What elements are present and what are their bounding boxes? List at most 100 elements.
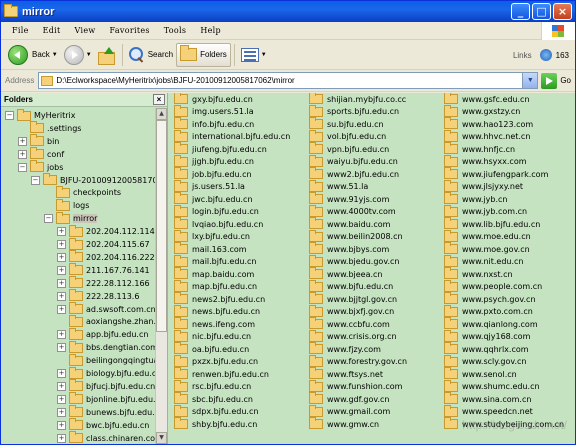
expand-icon[interactable]: + xyxy=(57,343,66,353)
list-item[interactable]: www.qqhrlx.com xyxy=(444,342,564,356)
tree-item[interactable]: aoxiangshe.zhan.cn. xyxy=(57,314,156,328)
list-item[interactable]: www.bjxfj.gov.cn xyxy=(309,304,407,319)
list-item[interactable]: www.senol.cn xyxy=(444,367,564,381)
list-item[interactable]: www.qianlong.com xyxy=(444,317,564,331)
collapse-icon[interactable]: − xyxy=(5,111,14,120)
tree-item[interactable]: + app.bjfu.edu.cn xyxy=(57,327,148,341)
list-item[interactable]: waiyu.bjfu.edu.cn xyxy=(309,154,407,169)
chevron-down-icon[interactable]: ▼ xyxy=(52,52,58,58)
address-value[interactable]: D:\Eclworkspace\MyHeritrix\jobs\BJFU-201… xyxy=(56,76,522,85)
tree-item[interactable]: − mirror xyxy=(44,211,98,225)
links-item-163[interactable]: 163 xyxy=(556,51,569,60)
expand-icon[interactable]: + xyxy=(57,227,66,237)
expand-icon[interactable]: + xyxy=(57,433,66,443)
list-item[interactable]: www.baidu.com xyxy=(309,217,407,231)
list-item[interactable]: jiufeng.bjfu.edu.cn xyxy=(174,142,290,156)
list-item[interactable]: www.4000tv.com xyxy=(309,204,407,219)
list-item[interactable]: www.gmail.com xyxy=(309,404,407,419)
list-item[interactable]: shijian.mybjfu.co.cc xyxy=(309,93,407,106)
list-item[interactable]: www.nit.edu.cn xyxy=(444,254,564,269)
list-item[interactable]: www.gsfc.edu.cn xyxy=(444,93,564,106)
list-item[interactable]: shby.bjfu.edu.cn xyxy=(174,417,290,431)
list-item[interactable]: sdpx.bjfu.edu.cn xyxy=(174,404,290,419)
list-item[interactable]: www.jlsjyxy.net xyxy=(444,179,564,194)
list-item[interactable]: www.jiufengpark.com xyxy=(444,167,564,181)
list-item[interactable]: lvqiao.bjfu.edu.cn xyxy=(174,217,290,231)
list-item[interactable]: www.fjzy.com xyxy=(309,342,407,356)
tree-item[interactable]: + class.chinaren.com xyxy=(57,431,156,445)
tree-item[interactable]: checkpoints xyxy=(44,185,121,199)
list-item[interactable]: img.users.51.la xyxy=(174,104,290,119)
tree-item[interactable]: +222.28.112.166 xyxy=(57,276,150,290)
list-item[interactable]: login.bjfu.edu.cn xyxy=(174,204,290,219)
list-item[interactable]: jwc.bjfu.edu.cn xyxy=(174,192,290,206)
minimize-button[interactable]: _ xyxy=(511,3,530,20)
list-item[interactable]: www.ccbfu.com xyxy=(309,317,407,331)
list-item[interactable]: www2.bjfu.edu.cn xyxy=(309,167,407,181)
views-button[interactable]: ▼ xyxy=(238,43,270,67)
list-item[interactable]: www.psych.gov.cn xyxy=(444,292,564,306)
address-dropdown-button[interactable]: ▼ xyxy=(522,73,538,88)
tree-item[interactable]: +222.28.113.6 xyxy=(57,289,139,303)
expand-icon[interactable]: + xyxy=(57,330,66,340)
list-item[interactable]: map.bjfu.edu.cn xyxy=(174,279,290,294)
expand-icon[interactable]: + xyxy=(57,407,66,417)
list-item[interactable]: www.bjbys.com xyxy=(309,242,407,256)
list-item[interactable]: gxy.bjfu.edu.cn xyxy=(174,93,290,106)
expand-icon[interactable]: + xyxy=(57,394,66,404)
expand-icon[interactable]: + xyxy=(57,420,66,430)
collapse-icon[interactable]: − xyxy=(18,162,27,172)
list-item[interactable]: www.jyb.com.cn xyxy=(444,204,564,219)
maximize-button[interactable]: □ xyxy=(532,3,551,20)
list-item[interactable]: www.bjedu.gov.cn xyxy=(309,254,407,269)
list-item[interactable]: www.bjeea.cn xyxy=(309,267,407,281)
menu-help[interactable]: Help xyxy=(193,26,228,35)
list-item[interactable]: www.scly.gov.cn xyxy=(444,354,564,369)
scroll-up-icon[interactable]: ▲ xyxy=(156,108,167,120)
list-item[interactable]: www.sina.com.cn xyxy=(444,392,564,406)
expand-icon[interactable]: + xyxy=(57,304,66,314)
expand-icon[interactable]: + xyxy=(57,369,66,378)
tree-item[interactable]: + bjonline.bjfu.edu.cn xyxy=(57,392,156,406)
tree-item[interactable]: − MyHeritrix xyxy=(5,108,75,122)
list-item[interactable]: www.51.la xyxy=(309,179,407,194)
list-item[interactable]: www.qjy168.com xyxy=(444,329,564,344)
list-item[interactable]: www.nxst.cn xyxy=(444,267,564,281)
expand-icon[interactable]: + xyxy=(57,252,66,262)
list-item[interactable]: www.91yjs.com xyxy=(309,192,407,206)
list-item[interactable]: www.gdf.gov.cn xyxy=(309,392,407,406)
list-item[interactable]: www.pxto.com.cn xyxy=(444,304,564,319)
tree-item[interactable]: +202.204.116.222 xyxy=(57,250,155,264)
list-item[interactable]: oa.bjfu.edu.cn xyxy=(174,342,290,356)
search-button[interactable]: Search xyxy=(126,43,176,67)
expand-icon[interactable]: + xyxy=(57,278,66,288)
tree-item[interactable]: +211.167.76.141 xyxy=(57,263,150,277)
list-item[interactable]: www.beilin2008.cn xyxy=(309,229,407,244)
menu-favorites[interactable]: Favorites xyxy=(103,26,157,35)
list-item[interactable]: www.gxstzy.cn xyxy=(444,104,564,119)
list-item[interactable]: pxzx.bjfu.edu.cn xyxy=(174,354,290,369)
menu-tools[interactable]: Tools xyxy=(157,26,194,35)
list-item[interactable]: nic.bjfu.edu.cn xyxy=(174,329,290,344)
title-bar[interactable]: mirror _ □ × xyxy=(1,1,575,22)
go-button[interactable]: Go xyxy=(541,72,571,89)
list-item[interactable]: www.lib.bjfu.edu.cn xyxy=(444,217,564,231)
tree-item[interactable]: .settings xyxy=(18,121,81,135)
tree-item[interactable]: + ad.swsoft.com.cn xyxy=(57,302,156,316)
collapse-icon[interactable]: − xyxy=(44,214,53,224)
list-item[interactable]: info.bjfu.edu.cn xyxy=(174,117,290,131)
tree-item[interactable]: + conf xyxy=(18,147,64,161)
tree-item[interactable]: beilingongqingtuan.c xyxy=(57,353,156,367)
close-button[interactable]: × xyxy=(553,3,572,20)
list-item[interactable]: renwen.bjfu.edu.cn xyxy=(174,367,290,381)
forward-button[interactable]: ▼ xyxy=(61,43,95,67)
tree-item[interactable]: +202.204.115.67 xyxy=(57,237,150,251)
list-item[interactable]: www.moe.edu.cn xyxy=(444,229,564,244)
back-button[interactable]: Back ▼ xyxy=(5,43,61,67)
scroll-down-icon[interactable]: ▼ xyxy=(156,432,167,444)
expand-icon[interactable]: + xyxy=(57,240,66,249)
list-item[interactable]: www.forestry.gov.cn xyxy=(309,354,407,369)
list-item[interactable]: www.speedcn.net xyxy=(444,404,564,419)
list-item[interactable]: www.crisis.org.cn xyxy=(309,329,407,344)
tree-item[interactable]: + bunews.bjfu.edu.cn xyxy=(57,405,156,419)
